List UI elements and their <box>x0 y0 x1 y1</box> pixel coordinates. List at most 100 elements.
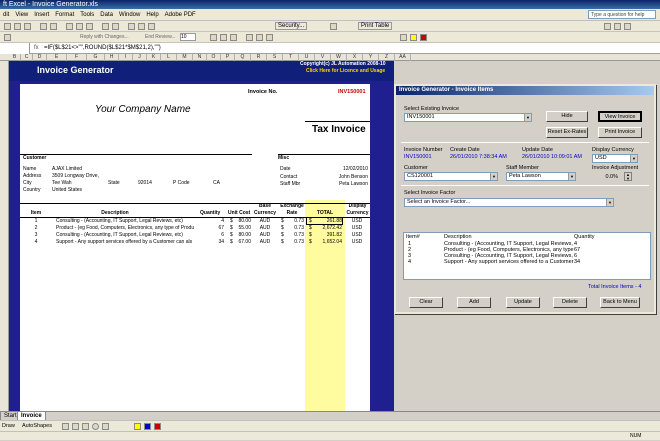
new-icon[interactable] <box>4 23 11 30</box>
cut-icon[interactable] <box>66 23 73 30</box>
column-header[interactable]: Q <box>235 54 251 61</box>
menu-edit[interactable]: dit <box>0 9 12 21</box>
column-header[interactable]: I <box>119 54 133 61</box>
delete-button[interactable]: Delete <box>553 297 587 308</box>
dropdown-arrow-icon[interactable]: ▼ <box>524 114 531 121</box>
chart-icon[interactable] <box>148 23 155 30</box>
cell-qty[interactable]: 34 <box>200 239 224 245</box>
fill-color-icon[interactable] <box>134 423 141 430</box>
cell-rate[interactable]: 0.73 <box>286 218 304 224</box>
fill-color-icon[interactable] <box>410 34 417 41</box>
cell-item[interactable]: 4 <box>24 239 48 245</box>
save-icon[interactable] <box>24 23 31 30</box>
column-header[interactable]: F <box>67 54 87 61</box>
dropdown-arrow-icon[interactable]: ▼ <box>630 155 637 162</box>
cell-total[interactable]: 261.88 <box>314 218 342 224</box>
cell-base[interactable]: AUD <box>253 218 277 224</box>
cell-description[interactable]: Support - Any support services offered b… <box>56 239 196 245</box>
font-size-select[interactable]: 10 <box>180 33 196 41</box>
licence-link[interactable]: Click Here for Licence and Usage <box>306 68 385 74</box>
cell-base[interactable]: AUD <box>253 225 277 231</box>
column-header[interactable]: L <box>161 54 177 61</box>
invoice-factor-combo[interactable]: Select an Invoice Factor... ▼ <box>404 198 614 207</box>
cell-rate[interactable]: 0.73 <box>286 239 304 245</box>
help-search-input[interactable]: Type a question for help <box>588 10 656 19</box>
line-color-icon[interactable] <box>144 423 151 430</box>
column-header[interactable]: G <box>87 54 105 61</box>
column-header[interactable]: Y <box>363 54 379 61</box>
select-existing-combo[interactable]: INV150001 ▼ <box>404 113 532 122</box>
update-button[interactable]: Update <box>506 297 540 308</box>
rectangle-icon[interactable] <box>82 423 89 430</box>
column-header[interactable]: W <box>331 54 347 61</box>
macro-icon[interactable] <box>330 23 337 30</box>
cell-description[interactable]: Product - (eg Food, Computers, Electroni… <box>56 225 196 231</box>
menu-window[interactable]: Window <box>116 9 143 21</box>
cell-disp[interactable]: USD <box>345 218 369 224</box>
copy-icon[interactable] <box>76 23 83 30</box>
cell-base[interactable]: AUD <box>253 232 277 238</box>
cell-total[interactable]: 1,652.04 <box>314 239 342 245</box>
staff-member-combo[interactable]: Peta Lawson ▼ <box>506 172 576 181</box>
display-currency-combo[interactable]: USD ▼ <box>592 154 638 163</box>
formula-text[interactable]: =IF($L$21<>"",ROUND($L$21*$M$21,2),"") <box>44 43 161 53</box>
print-table-button[interactable]: Print Table <box>358 22 393 30</box>
borders-icon[interactable] <box>400 34 407 41</box>
cell-disp[interactable]: USD <box>345 225 369 231</box>
redo-icon[interactable] <box>112 23 119 30</box>
security-button[interactable]: Security... <box>275 22 308 30</box>
column-header[interactable]: H <box>105 54 119 61</box>
cell-item[interactable]: 1 <box>24 218 48 224</box>
cell-qty[interactable]: 4 <box>200 218 224 224</box>
hide-button[interactable]: Hide <box>546 111 588 122</box>
restore-icon[interactable] <box>614 23 621 30</box>
menu-insert[interactable]: Insert <box>31 9 52 21</box>
menu-tools[interactable]: Tools <box>77 9 97 21</box>
column-header[interactable]: N <box>193 54 207 61</box>
reply-with-changes-button[interactable]: Reply with Changes... <box>80 34 129 40</box>
back-to-menu-button[interactable]: Back to Menu <box>600 297 640 308</box>
add-button[interactable]: Add <box>457 297 491 308</box>
invoice-adjustment-value[interactable]: 0.0% <box>592 174 618 180</box>
cell-base[interactable]: AUD <box>253 239 277 245</box>
column-header[interactable]: J <box>133 54 147 61</box>
column-header[interactable]: X <box>347 54 363 61</box>
column-header[interactable]: D <box>33 54 47 61</box>
sort-icon[interactable] <box>138 23 145 30</box>
preview-icon[interactable] <box>50 23 57 30</box>
dropdown-arrow-icon[interactable]: ▼ <box>606 199 613 206</box>
column-header[interactable]: M <box>177 54 193 61</box>
cell-disp[interactable]: USD <box>345 239 369 245</box>
undo-icon[interactable] <box>102 23 109 30</box>
italic-icon[interactable] <box>220 34 227 41</box>
column-header[interactable]: O <box>207 54 221 61</box>
clear-button[interactable]: Clear <box>409 297 443 308</box>
column-header[interactable]: AA <box>395 54 411 61</box>
formula-bar[interactable]: fx =IF($L$21<>"",ROUND($L$21*$M$21,2),""… <box>0 43 660 54</box>
line-icon[interactable] <box>62 423 69 430</box>
cell-qty[interactable]: 6 <box>200 232 224 238</box>
cell-total[interactable]: 2,672.42 <box>314 225 342 231</box>
oval-icon[interactable] <box>92 423 99 430</box>
column-header[interactable]: U <box>299 54 315 61</box>
textbox-icon[interactable] <box>102 423 109 430</box>
column-header[interactable]: Z <box>379 54 395 61</box>
print-icon[interactable] <box>40 23 47 30</box>
menu-adobe-pdf[interactable]: Adobe PDF <box>162 9 199 21</box>
cell-description[interactable]: Consulting - (Accounting, IT Support, Le… <box>56 218 196 224</box>
cell-total[interactable]: 391.82 <box>314 232 342 238</box>
align-left-icon[interactable] <box>246 34 253 41</box>
print-invoice-button[interactable]: Print Invoice <box>598 127 642 138</box>
align-center-icon[interactable] <box>256 34 263 41</box>
open-icon[interactable] <box>14 23 21 30</box>
column-header[interactable]: B <box>9 54 21 61</box>
cell-unit[interactable]: 67.00 <box>235 239 251 245</box>
cell-unit[interactable]: 55.00 <box>235 225 251 231</box>
adjustment-spinner-icon[interactable]: ▲ ▼ <box>624 172 632 181</box>
cell-item[interactable]: 3 <box>24 232 48 238</box>
reply-icon[interactable] <box>4 34 11 41</box>
font-color-icon[interactable] <box>154 423 161 430</box>
column-header[interactable]: S <box>267 54 283 61</box>
cell-rate[interactable]: 0.73 <box>286 232 304 238</box>
dropdown-arrow-icon[interactable]: ▼ <box>568 173 575 180</box>
